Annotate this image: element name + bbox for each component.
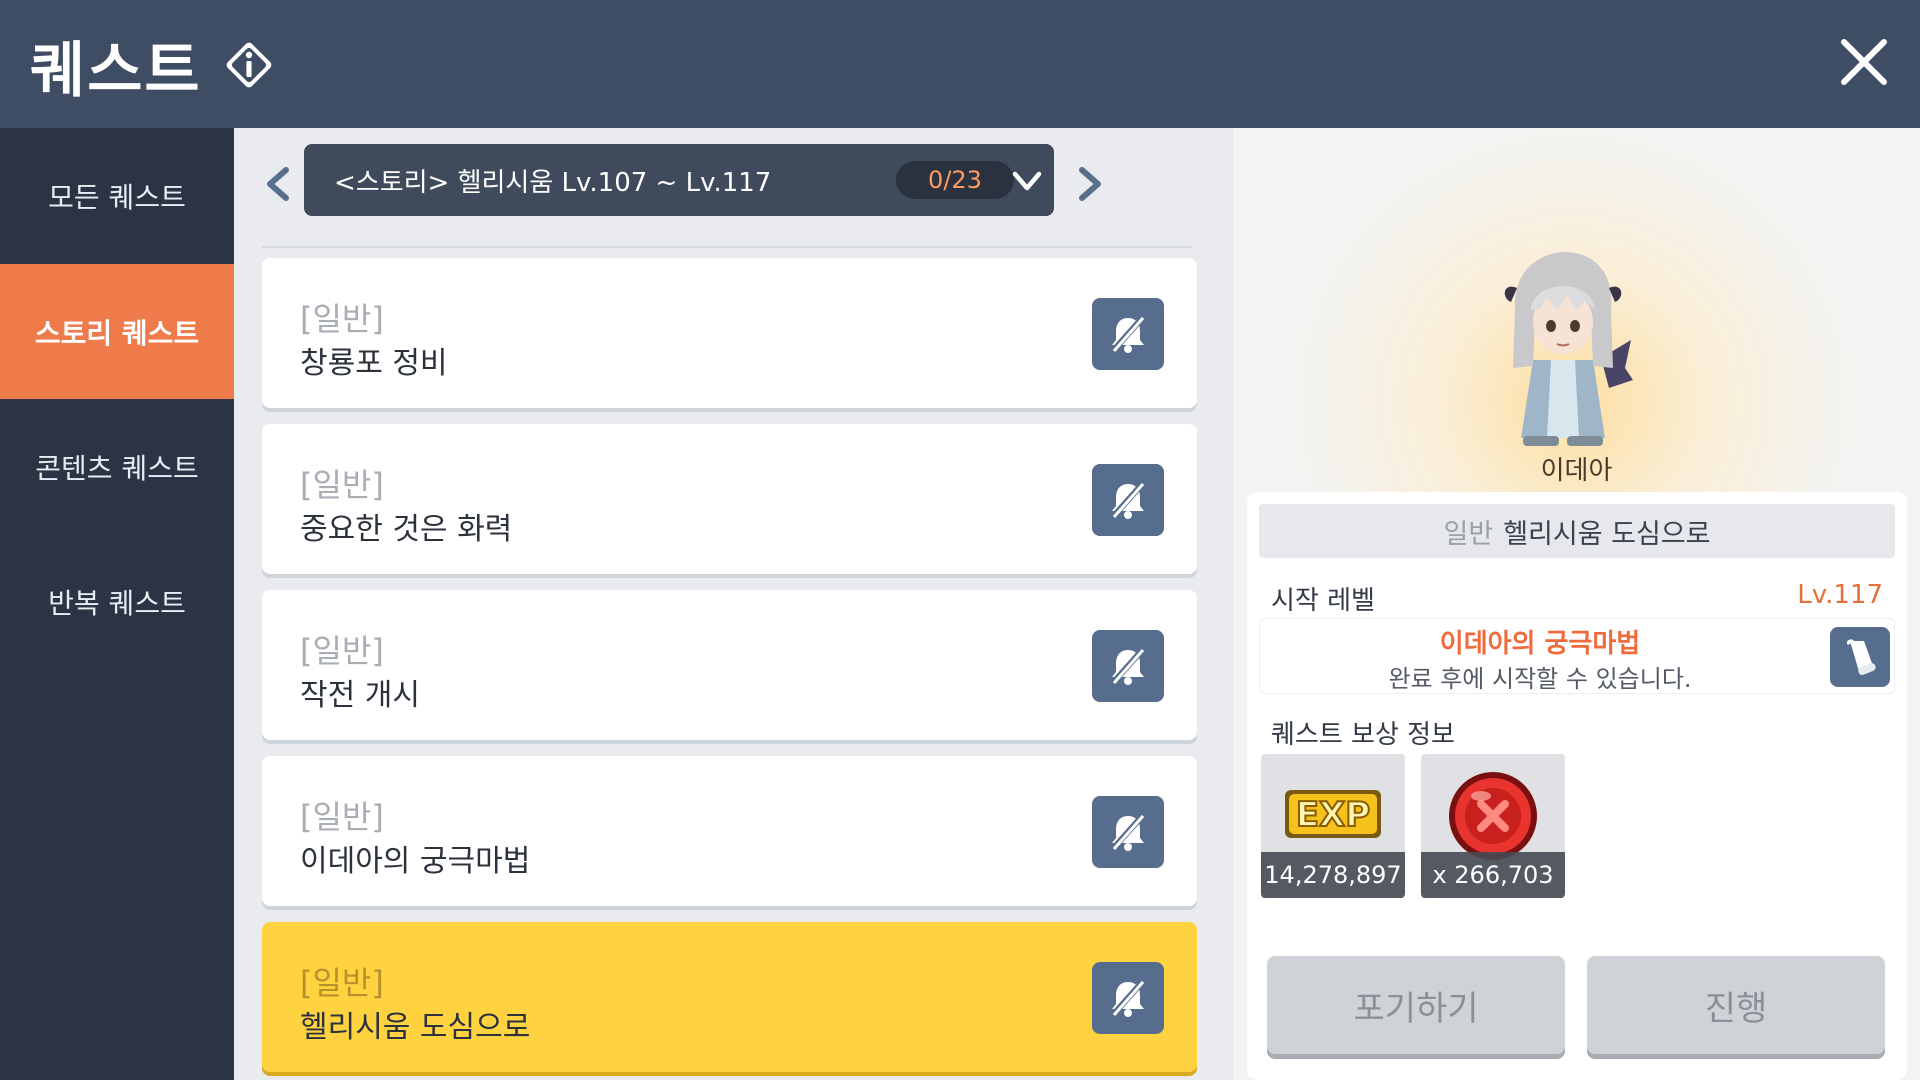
prerequisite-box: 이데아의 궁극마법 완료 후에 시작할 수 있습니다. [1259,618,1895,694]
exp-icon: EXP [1285,790,1381,838]
page-title: 퀘스트 [30,36,202,106]
bell-off-icon [1109,812,1147,852]
bell-off-icon [1109,314,1147,354]
selected-quest-title: 일반 헬리시움 도심으로 [1259,504,1895,558]
quest-name: 창룡포 정비 [300,346,448,381]
notification-toggle-button[interactable] [1092,630,1164,702]
quest-detail-panel: 이데아 일반 헬리시움 도심으로 시작 레벨 Lv.117 이데아의 궁극마법 … [1233,128,1920,1080]
proceed-button[interactable]: 진행 [1587,956,1885,1054]
npc-name: 이데아 [1540,456,1613,486]
prerequisite-quest-name: 이데아의 궁극마법 [1439,629,1641,659]
quest-list-item[interactable]: [일반] 중요한 것은 화력 [262,424,1197,574]
quest-list-item-selected[interactable]: [일반] 헬리시움 도심으로 [262,922,1197,1072]
notification-toggle-button[interactable] [1092,464,1164,536]
sidebar-item-repeat-quests[interactable]: 반복 퀘스트 [0,534,234,669]
sidebar-item-label: 반복 퀘스트 [48,586,186,620]
prerequisite-description: 완료 후에 시작할 수 있습니다. [1388,665,1692,693]
quest-chapter-selector[interactable]: <스토리> 헬리시움 Lv.107 ~ Lv.117 0/23 [304,144,1054,216]
prev-arrow-icon[interactable] [258,162,298,206]
quest-list-item[interactable]: [일반] 작전 개시 [262,590,1197,740]
quest-list-item[interactable]: [일반] 이데아의 궁극마법 [262,756,1197,906]
quest-name: 이데아의 궁극마법 [300,844,531,879]
next-arrow-icon[interactable] [1070,162,1110,206]
reward-count: 14,278,897 [1261,852,1405,898]
sidebar-item-content-quests[interactable]: 콘텐츠 퀘스트 [0,399,234,534]
notification-toggle-button[interactable] [1092,796,1164,868]
npc-portrait-icon [1504,252,1633,446]
chapter-progress-badge: 0/23 [896,161,1014,199]
reward-item-exp[interactable]: EXP 14,278,897 [1261,754,1405,898]
quest-title-label: 헬리시움 도심으로 [1503,518,1711,550]
quest-type-tag: [일반] [300,798,384,836]
sidebar-item-label: 스토리 퀘스트 [34,316,200,350]
bell-off-icon [1109,978,1147,1018]
divider [262,246,1192,248]
sidebar-item-label: 모든 퀘스트 [48,180,186,214]
bell-off-icon [1109,480,1147,520]
quest-type-tag: [일반] [300,300,384,338]
close-icon[interactable] [1838,36,1890,88]
abandon-button[interactable]: 포기하기 [1267,956,1565,1054]
header-bar: 퀘스트 [0,0,1920,128]
quest-list-item[interactable]: [일반] 창룡포 정비 [262,258,1197,408]
quest-name: 중요한 것은 화력 [300,512,513,547]
quest-name: 작전 개시 [300,678,420,713]
sidebar: 모든 퀘스트 스토리 퀘스트 콘텐츠 퀘스트 반복 퀘스트 [0,128,234,1080]
reward-info-label: 퀘스트 보상 정보 [1271,720,1455,750]
start-level-label: 시작 레벨 [1271,586,1375,616]
sidebar-item-story-quests[interactable]: 스토리 퀘스트 [0,264,234,399]
quest-scroll-button[interactable] [1830,627,1890,687]
red-coin-icon [1449,772,1537,860]
start-level-value: Lv.117 [1797,580,1883,610]
reward-item-coin[interactable]: x 266,703 [1421,754,1565,898]
quest-type-label: 일반 [1443,518,1494,550]
chevron-down-icon [1012,171,1042,191]
chapter-label: <스토리> 헬리시움 Lv.107 ~ Lv.117 [334,168,772,198]
info-diamond-icon[interactable] [222,38,276,92]
quest-type-tag: [일반] [300,964,384,1002]
bell-off-icon [1109,646,1147,686]
svg-text:EXP: EXP [1296,795,1370,835]
quest-type-tag: [일반] [300,466,384,504]
quest-type-tag: [일반] [300,632,384,670]
notification-toggle-button[interactable] [1092,298,1164,370]
sidebar-item-all-quests[interactable]: 모든 퀘스트 [0,128,234,263]
quest-list-panel: <스토리> 헬리시움 Lv.107 ~ Lv.117 0/23 [일반] 창룡포… [234,128,1233,1080]
quest-name: 헬리시움 도심으로 [300,1010,531,1045]
reward-count: x 266,703 [1421,852,1565,898]
scroll-icon [1846,639,1876,675]
sidebar-item-label: 콘텐츠 퀘스트 [35,451,199,485]
notification-toggle-button[interactable] [1092,962,1164,1034]
